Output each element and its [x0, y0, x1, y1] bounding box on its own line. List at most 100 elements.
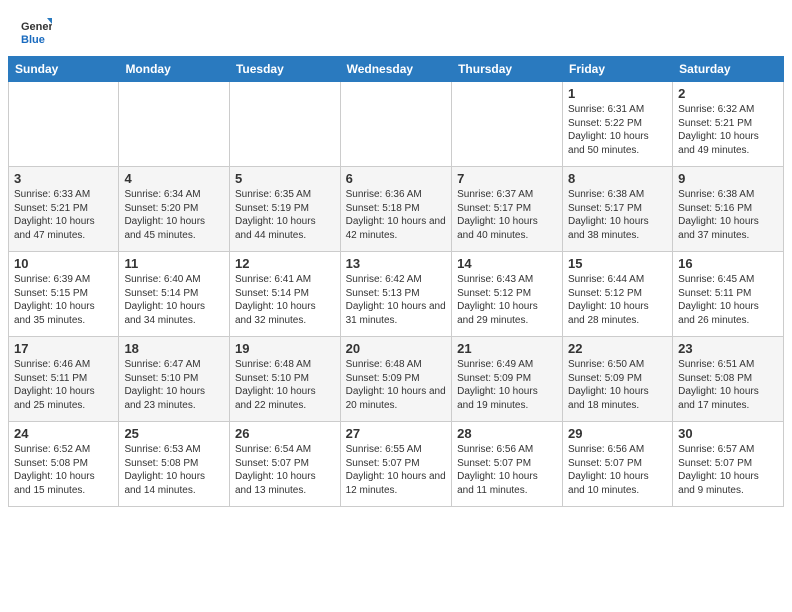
calendar-cell: 16Sunrise: 6:45 AM Sunset: 5:11 PM Dayli… [673, 252, 784, 337]
calendar-cell [119, 82, 230, 167]
header-row: SundayMondayTuesdayWednesdayThursdayFrid… [9, 57, 784, 82]
logo-svg: General Blue [20, 16, 52, 48]
day-number: 9 [678, 171, 778, 186]
day-content: Sunrise: 6:36 AM Sunset: 5:18 PM Dayligh… [346, 188, 446, 242]
calendar-cell: 5 Sunrise: 6:35 AM Sunset: 5:19 PM Daylig… [229, 167, 340, 252]
calendar-cell: 30Sunrise: 6:57 AM Sunset: 5:07 PM Dayli… [673, 422, 784, 507]
calendar-cell: 8 Sunrise: 6:38 AM Sunset: 5:17 PM Daylig… [563, 167, 673, 252]
page-header: General Blue [0, 0, 792, 56]
day-number: 27 [346, 426, 446, 441]
day-content: Sunrise: 6:41 AM Sunset: 5:14 PM Dayligh… [235, 273, 335, 327]
svg-text:Blue: Blue [21, 34, 45, 46]
calendar-cell: 13 Sunrise: 6:42 AM Sunset: 5:13 PM Dayli… [340, 252, 451, 337]
day-number: 4 [124, 171, 224, 186]
calendar-cell: 20 Sunrise: 6:48 AM Sunset: 5:09 PM Dayli… [340, 337, 451, 422]
day-number: 16 [678, 256, 778, 271]
calendar-cell: 14 Sunrise: 6:43 AM Sunset: 5:12 PM Dayli… [452, 252, 563, 337]
calendar-cell: 15 Sunrise: 6:44 AM Sunset: 5:12 PM Dayli… [563, 252, 673, 337]
calendar-cell [340, 82, 451, 167]
day-number: 26 [235, 426, 335, 441]
calendar-wrapper: SundayMondayTuesdayWednesdayThursdayFrid… [0, 56, 792, 515]
day-content: Sunrise: 6:52 AM Sunset: 5:08 PM Dayligh… [14, 443, 113, 497]
calendar-cell: 17 Sunrise: 6:46 AM Sunset: 5:11 PM Dayli… [9, 337, 119, 422]
calendar-cell [452, 82, 563, 167]
day-content: Sunrise: 6:31 AM Sunset: 5:22 PM Dayligh… [568, 103, 667, 157]
day-content: Sunrise: 6:51 AM Sunset: 5:08 PM Dayligh… [678, 358, 778, 412]
day-number: 28 [457, 426, 557, 441]
calendar-cell [9, 82, 119, 167]
calendar-cell: 3 Sunrise: 6:33 AM Sunset: 5:21 PM Daylig… [9, 167, 119, 252]
day-number: 14 [457, 256, 557, 271]
day-number: 5 [235, 171, 335, 186]
day-content: Sunrise: 6:53 AM Sunset: 5:08 PM Dayligh… [124, 443, 224, 497]
day-content: Sunrise: 6:34 AM Sunset: 5:20 PM Dayligh… [124, 188, 224, 242]
day-content: Sunrise: 6:38 AM Sunset: 5:17 PM Dayligh… [568, 188, 667, 242]
day-number: 22 [568, 341, 667, 356]
day-number: 21 [457, 341, 557, 356]
day-content: Sunrise: 6:40 AM Sunset: 5:14 PM Dayligh… [124, 273, 224, 327]
day-content: Sunrise: 6:44 AM Sunset: 5:12 PM Dayligh… [568, 273, 667, 327]
header-tuesday: Tuesday [229, 57, 340, 82]
day-number: 3 [14, 171, 113, 186]
calendar-cell: 18Sunrise: 6:47 AM Sunset: 5:10 PM Dayli… [119, 337, 230, 422]
calendar-cell: 29 Sunrise: 6:56 AM Sunset: 5:07 PM Dayli… [563, 422, 673, 507]
calendar-cell: 27Sunrise: 6:55 AM Sunset: 5:07 PM Dayli… [340, 422, 451, 507]
day-number: 15 [568, 256, 667, 271]
calendar-cell: 26 Sunrise: 6:54 AM Sunset: 5:07 PM Dayli… [229, 422, 340, 507]
day-content: Sunrise: 6:49 AM Sunset: 5:09 PM Dayligh… [457, 358, 557, 412]
calendar-cell: 4 Sunrise: 6:34 AM Sunset: 5:20 PM Daylig… [119, 167, 230, 252]
day-number: 10 [14, 256, 113, 271]
day-content: Sunrise: 6:48 AM Sunset: 5:10 PM Dayligh… [235, 358, 335, 412]
day-content: Sunrise: 6:35 AM Sunset: 5:19 PM Dayligh… [235, 188, 335, 242]
calendar-cell: 10Sunrise: 6:39 AM Sunset: 5:15 PM Dayli… [9, 252, 119, 337]
header-thursday: Thursday [452, 57, 563, 82]
day-number: 13 [346, 256, 446, 271]
calendar-cell: 6 Sunrise: 6:36 AM Sunset: 5:18 PM Daylig… [340, 167, 451, 252]
day-number: 6 [346, 171, 446, 186]
day-number: 23 [678, 341, 778, 356]
svg-text:General: General [21, 21, 52, 33]
day-content: Sunrise: 6:50 AM Sunset: 5:09 PM Dayligh… [568, 358, 667, 412]
day-number: 20 [346, 341, 446, 356]
calendar-cell: 23 Sunrise: 6:51 AM Sunset: 5:08 PM Dayli… [673, 337, 784, 422]
day-number: 29 [568, 426, 667, 441]
day-number: 1 [568, 86, 667, 101]
calendar-cell: 1 Sunrise: 6:31 AM Sunset: 5:22 PM Daylig… [563, 82, 673, 167]
day-content: Sunrise: 6:33 AM Sunset: 5:21 PM Dayligh… [14, 188, 113, 242]
header-saturday: Saturday [673, 57, 784, 82]
calendar-cell: 7 Sunrise: 6:37 AM Sunset: 5:17 PM Daylig… [452, 167, 563, 252]
calendar-cell [229, 82, 340, 167]
day-content: Sunrise: 6:32 AM Sunset: 5:21 PM Dayligh… [678, 103, 778, 157]
header-monday: Monday [119, 57, 230, 82]
day-number: 19 [235, 341, 335, 356]
day-number: 12 [235, 256, 335, 271]
week-row-2: 3 Sunrise: 6:33 AM Sunset: 5:21 PM Daylig… [9, 167, 784, 252]
calendar-cell: 12 Sunrise: 6:41 AM Sunset: 5:14 PM Dayli… [229, 252, 340, 337]
calendar-table: SundayMondayTuesdayWednesdayThursdayFrid… [8, 56, 784, 507]
day-number: 18 [124, 341, 224, 356]
week-row-4: 17 Sunrise: 6:46 AM Sunset: 5:11 PM Dayli… [9, 337, 784, 422]
day-number: 2 [678, 86, 778, 101]
header-friday: Friday [563, 57, 673, 82]
day-content: Sunrise: 6:37 AM Sunset: 5:17 PM Dayligh… [457, 188, 557, 242]
day-number: 25 [124, 426, 224, 441]
day-content: Sunrise: 6:56 AM Sunset: 5:07 PM Dayligh… [457, 443, 557, 497]
calendar-cell: 25 Sunrise: 6:53 AM Sunset: 5:08 PM Dayli… [119, 422, 230, 507]
calendar-cell: 24 Sunrise: 6:52 AM Sunset: 5:08 PM Dayli… [9, 422, 119, 507]
day-number: 7 [457, 171, 557, 186]
week-row-3: 10Sunrise: 6:39 AM Sunset: 5:15 PM Dayli… [9, 252, 784, 337]
day-content: Sunrise: 6:57 AM Sunset: 5:07 PM Dayligh… [678, 443, 778, 497]
day-number: 11 [124, 256, 224, 271]
day-content: Sunrise: 6:46 AM Sunset: 5:11 PM Dayligh… [14, 358, 113, 412]
day-content: Sunrise: 6:54 AM Sunset: 5:07 PM Dayligh… [235, 443, 335, 497]
day-content: Sunrise: 6:42 AM Sunset: 5:13 PM Dayligh… [346, 273, 446, 327]
header-wednesday: Wednesday [340, 57, 451, 82]
logo: General Blue [20, 16, 52, 48]
day-number: 24 [14, 426, 113, 441]
day-content: Sunrise: 6:48 AM Sunset: 5:09 PM Dayligh… [346, 358, 446, 412]
day-content: Sunrise: 6:43 AM Sunset: 5:12 PM Dayligh… [457, 273, 557, 327]
day-number: 17 [14, 341, 113, 356]
day-content: Sunrise: 6:56 AM Sunset: 5:07 PM Dayligh… [568, 443, 667, 497]
calendar-cell: 2 Sunrise: 6:32 AM Sunset: 5:21 PM Daylig… [673, 82, 784, 167]
day-number: 8 [568, 171, 667, 186]
